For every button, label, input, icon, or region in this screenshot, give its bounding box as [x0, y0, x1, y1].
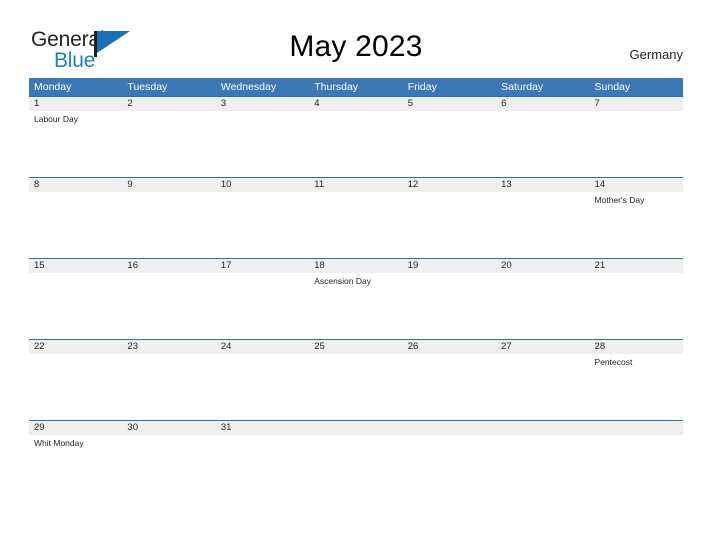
day-event: [403, 192, 496, 258]
day-event: [403, 435, 496, 501]
day-number[interactable]: 14: [590, 178, 683, 192]
day-event: [29, 354, 122, 420]
day-number[interactable]: 5: [403, 97, 496, 111]
day-event: [309, 111, 402, 177]
week-day-events: Mother's Day: [29, 192, 683, 258]
day-number[interactable]: 19: [403, 259, 496, 273]
day-number[interactable]: 30: [122, 421, 215, 435]
day-number[interactable]: 10: [216, 178, 309, 192]
day-number[interactable]: 24: [216, 340, 309, 354]
day-event: [403, 111, 496, 177]
day-number[interactable]: 27: [496, 340, 589, 354]
page-title: May 2023: [289, 30, 423, 63]
day-event: Labour Day: [34, 114, 78, 124]
region-label: Germany: [629, 47, 683, 62]
calendar-week-row: 8 9 10 11 12 13 14 Mother's Day: [29, 177, 683, 258]
day-event: [216, 273, 309, 339]
day-event: [590, 111, 683, 177]
day-event: [122, 111, 215, 177]
calendar-week-row: 15 16 17 18 19 20 21 Ascension Day: [29, 258, 683, 339]
calendar-page: General Blue May 2023 Germany Monday Tue…: [0, 0, 712, 550]
day-number[interactable]: 11: [309, 178, 402, 192]
week-day-events: Whit Monday: [29, 435, 683, 501]
weekday-header-row: Monday Tuesday Wednesday Thursday Friday…: [29, 78, 683, 96]
day-event: [122, 273, 215, 339]
day-number-empty: [403, 421, 496, 435]
day-event: [590, 273, 683, 339]
day-number[interactable]: 4: [309, 97, 402, 111]
calendar-week-row: 22 23 24 25 26 27 28 Pentecost: [29, 339, 683, 420]
weekday-thursday: Thursday: [314, 81, 359, 93]
day-number[interactable]: 31: [216, 421, 309, 435]
calendar-grid: Monday Tuesday Wednesday Thursday Friday…: [29, 78, 683, 501]
day-number[interactable]: 2: [122, 97, 215, 111]
week-day-events: Labour Day: [29, 111, 683, 177]
day-number[interactable]: 23: [122, 340, 215, 354]
day-event: Mother's Day: [594, 195, 645, 205]
page-header: General Blue May 2023 Germany: [0, 0, 712, 78]
day-event: [496, 192, 589, 258]
day-number[interactable]: 28: [590, 340, 683, 354]
day-event: [496, 111, 589, 177]
day-number[interactable]: 22: [29, 340, 122, 354]
calendar-week-row: 1 2 3 4 5 6 7 Labour Day: [29, 96, 683, 177]
week-day-events: Ascension Day: [29, 273, 683, 339]
day-event: [29, 273, 122, 339]
weekday-monday: Monday: [34, 81, 72, 93]
day-number[interactable]: 25: [309, 340, 402, 354]
day-number[interactable]: 26: [403, 340, 496, 354]
day-number[interactable]: 29: [29, 421, 122, 435]
day-event: [496, 273, 589, 339]
calendar-week-row: 29 30 31 Whit Monday: [29, 420, 683, 501]
day-number[interactable]: 16: [122, 259, 215, 273]
day-event: [29, 192, 122, 258]
day-number[interactable]: 1: [29, 97, 122, 111]
day-number[interactable]: 8: [29, 178, 122, 192]
day-number[interactable]: 15: [29, 259, 122, 273]
day-event: [122, 192, 215, 258]
day-number[interactable]: 18: [309, 259, 402, 273]
day-event: [403, 273, 496, 339]
day-number[interactable]: 13: [496, 178, 589, 192]
day-event: Ascension Day: [314, 276, 371, 286]
day-event: [590, 435, 683, 501]
day-number[interactable]: 12: [403, 178, 496, 192]
day-number-empty: [309, 421, 402, 435]
day-number[interactable]: 20: [496, 259, 589, 273]
day-number-empty: [496, 421, 589, 435]
day-event: [496, 435, 589, 501]
day-event: [122, 354, 215, 420]
week-day-numbers: 8 9 10 11 12 13 14: [29, 178, 683, 192]
day-number-empty: [590, 421, 683, 435]
day-event: Pentecost: [594, 357, 633, 367]
day-number[interactable]: 3: [216, 97, 309, 111]
week-day-numbers: 22 23 24 25 26 27 28: [29, 340, 683, 354]
weekday-tuesday: Tuesday: [127, 81, 168, 93]
day-event: [309, 354, 402, 420]
day-event: [216, 192, 309, 258]
day-number[interactable]: 17: [216, 259, 309, 273]
weekday-wednesday: Wednesday: [220, 81, 277, 93]
day-event: [309, 192, 402, 258]
day-event: [496, 354, 589, 420]
weekday-sunday: Sunday: [594, 81, 631, 93]
week-day-events: Pentecost: [29, 354, 683, 420]
day-number[interactable]: 9: [122, 178, 215, 192]
day-event: [309, 435, 402, 501]
weekday-saturday: Saturday: [501, 81, 544, 93]
day-event: [403, 354, 496, 420]
weekday-friday: Friday: [407, 81, 437, 93]
day-number[interactable]: 7: [590, 97, 683, 111]
week-day-numbers: 29 30 31: [29, 421, 683, 435]
week-day-numbers: 1 2 3 4 5 6 7: [29, 97, 683, 111]
day-number[interactable]: 21: [590, 259, 683, 273]
day-event: [216, 435, 309, 501]
day-event: [216, 354, 309, 420]
day-number[interactable]: 6: [496, 97, 589, 111]
week-day-numbers: 15 16 17 18 19 20 21: [29, 259, 683, 273]
day-event: Whit Monday: [34, 438, 84, 448]
day-event: [122, 435, 215, 501]
day-event: [216, 111, 309, 177]
